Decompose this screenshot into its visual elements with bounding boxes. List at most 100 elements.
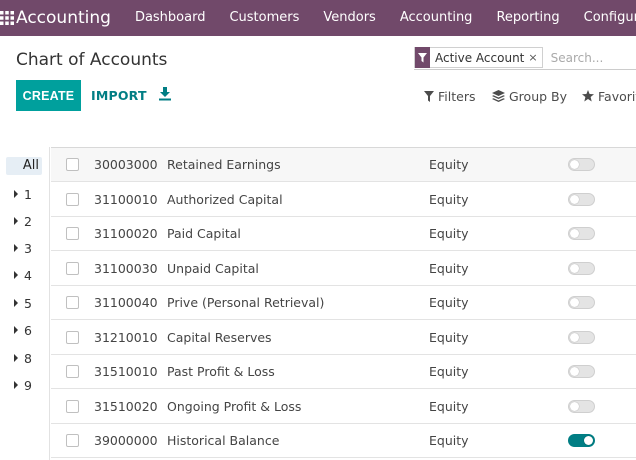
row-checkbox[interactable] — [66, 296, 79, 309]
side-item-5[interactable]: 5 — [14, 294, 32, 312]
account-code: 31100010 — [94, 192, 158, 207]
account-type: Equity — [429, 157, 469, 172]
nav-configuration[interactable]: Configuration — [572, 0, 636, 36]
toggle-knob — [570, 160, 579, 169]
group-by-button[interactable]: Group By — [492, 86, 567, 106]
side-item-2[interactable]: 2 — [14, 212, 32, 230]
side-item-label: 9 — [24, 377, 32, 393]
top-navbar: Accounting Dashboard Customers Vendors A… — [0, 0, 636, 36]
caret-right-icon — [14, 244, 18, 252]
nav-dashboard[interactable]: Dashboard — [123, 0, 218, 36]
caret-right-icon — [14, 217, 18, 225]
nav-customers[interactable]: Customers — [217, 0, 311, 36]
accounts-list: 30003000 Retained Earnings Equity 311000… — [51, 147, 636, 460]
side-item-8[interactable]: 8 — [14, 349, 32, 367]
row-checkbox[interactable] — [66, 193, 79, 206]
toggle-switch[interactable] — [568, 262, 595, 275]
page-title: Chart of Accounts — [16, 50, 168, 70]
side-item-9[interactable]: 9 — [14, 376, 32, 394]
group-by-label: Group By — [509, 88, 568, 104]
toggle-switch[interactable] — [568, 365, 595, 378]
caret-right-icon — [14, 354, 18, 362]
row-checkbox[interactable] — [66, 365, 79, 378]
account-code: 31210010 — [94, 330, 158, 345]
account-type: Equity — [429, 295, 469, 310]
account-name: Past Profit & Loss — [167, 364, 275, 379]
create-button[interactable]: CREATE — [16, 80, 81, 111]
table-row[interactable]: 30003000 Retained Earnings Equity — [51, 148, 636, 182]
account-name: Historical Balance — [167, 433, 280, 448]
side-item-label: 1 — [24, 186, 32, 202]
account-code: 39000000 — [94, 433, 158, 448]
row-checkbox[interactable] — [66, 400, 79, 413]
account-name: Ongoing Profit & Loss — [167, 399, 302, 414]
nav-reporting[interactable]: Reporting — [484, 0, 571, 36]
table-row[interactable]: 31510010 Past Profit & Loss Equity — [51, 355, 636, 389]
download-icon[interactable] — [158, 86, 174, 104]
caret-right-icon — [14, 381, 18, 389]
toggle-knob — [570, 229, 579, 238]
toggle-switch[interactable] — [568, 400, 595, 413]
layers-icon — [492, 90, 505, 102]
nav-vendors[interactable]: Vendors — [311, 0, 387, 36]
table-row[interactable]: 31510020 Ongoing Profit & Loss Equity — [51, 390, 636, 424]
account-name: Retained Earnings — [167, 157, 281, 172]
facet-label: Active Account — [435, 50, 525, 65]
account-name: Prive (Personal Retrieval) — [167, 295, 325, 310]
toggle-switch[interactable] — [568, 331, 595, 344]
table-row[interactable]: 31100020 Paid Capital Equity — [51, 217, 636, 251]
table-row[interactable]: 31100040 Prive (Personal Retrieval) Equi… — [51, 286, 636, 320]
side-item-all[interactable]: All — [6, 157, 42, 175]
row-checkbox[interactable] — [66, 227, 79, 240]
toggle-knob — [570, 367, 579, 376]
caret-right-icon — [14, 299, 18, 307]
grid-icon[interactable] — [0, 0, 14, 36]
facet-close-icon[interactable]: × — [528, 51, 541, 64]
star-icon — [582, 90, 594, 102]
toggle-switch[interactable] — [568, 434, 595, 447]
row-checkbox[interactable] — [66, 262, 79, 275]
filter-icon — [424, 90, 434, 102]
filter-icon — [415, 47, 430, 68]
table-row[interactable]: 39000000 Historical Balance Equity — [51, 424, 636, 458]
account-code: 31100030 — [94, 261, 158, 276]
toggle-switch[interactable] — [568, 227, 595, 240]
side-item-6[interactable]: 6 — [14, 321, 32, 339]
toggle-switch[interactable] — [568, 296, 595, 309]
account-name: Authorized Capital — [167, 192, 283, 207]
table-row[interactable]: 31100010 Authorized Capital Equity — [51, 183, 636, 217]
toggle-switch[interactable] — [568, 193, 595, 206]
account-type: Equity — [429, 399, 469, 414]
toggle-knob — [584, 436, 593, 445]
table-row[interactable]: 31100030 Unpaid Capital Equity — [51, 252, 636, 286]
favorites-button[interactable]: Favorites — [582, 86, 636, 106]
side-item-1[interactable]: 1 — [14, 185, 32, 203]
account-code: 30003000 — [94, 157, 158, 172]
side-item-label: 6 — [24, 322, 32, 338]
import-button[interactable]: IMPORT — [91, 80, 147, 111]
filters-label: Filters — [438, 88, 476, 104]
row-checkbox[interactable] — [66, 158, 79, 171]
nav-accounting[interactable]: Accounting — [388, 0, 485, 36]
row-checkbox[interactable] — [66, 434, 79, 447]
account-type: Equity — [429, 261, 469, 276]
side-item-label: 3 — [24, 240, 32, 256]
toggle-switch[interactable] — [568, 158, 595, 171]
account-type: Equity — [429, 364, 469, 379]
table-row[interactable]: 31210010 Capital Reserves Equity — [51, 321, 636, 355]
side-item-label: 4 — [24, 267, 32, 283]
account-type: Equity — [429, 226, 469, 241]
search-input[interactable] — [550, 50, 636, 65]
filters-button[interactable]: Filters — [424, 86, 475, 106]
toggle-knob — [570, 298, 579, 307]
account-type: Equity — [429, 330, 469, 345]
toggle-knob — [570, 264, 579, 273]
side-item-4[interactable]: 4 — [14, 266, 32, 284]
side-item-3[interactable]: 3 — [14, 239, 32, 257]
account-name: Capital Reserves — [167, 330, 272, 345]
app-name[interactable]: Accounting — [16, 8, 111, 28]
account-name: Unpaid Capital — [167, 261, 259, 276]
account-code: 31100040 — [94, 295, 158, 310]
account-type: Equity — [429, 433, 469, 448]
row-checkbox[interactable] — [66, 331, 79, 344]
